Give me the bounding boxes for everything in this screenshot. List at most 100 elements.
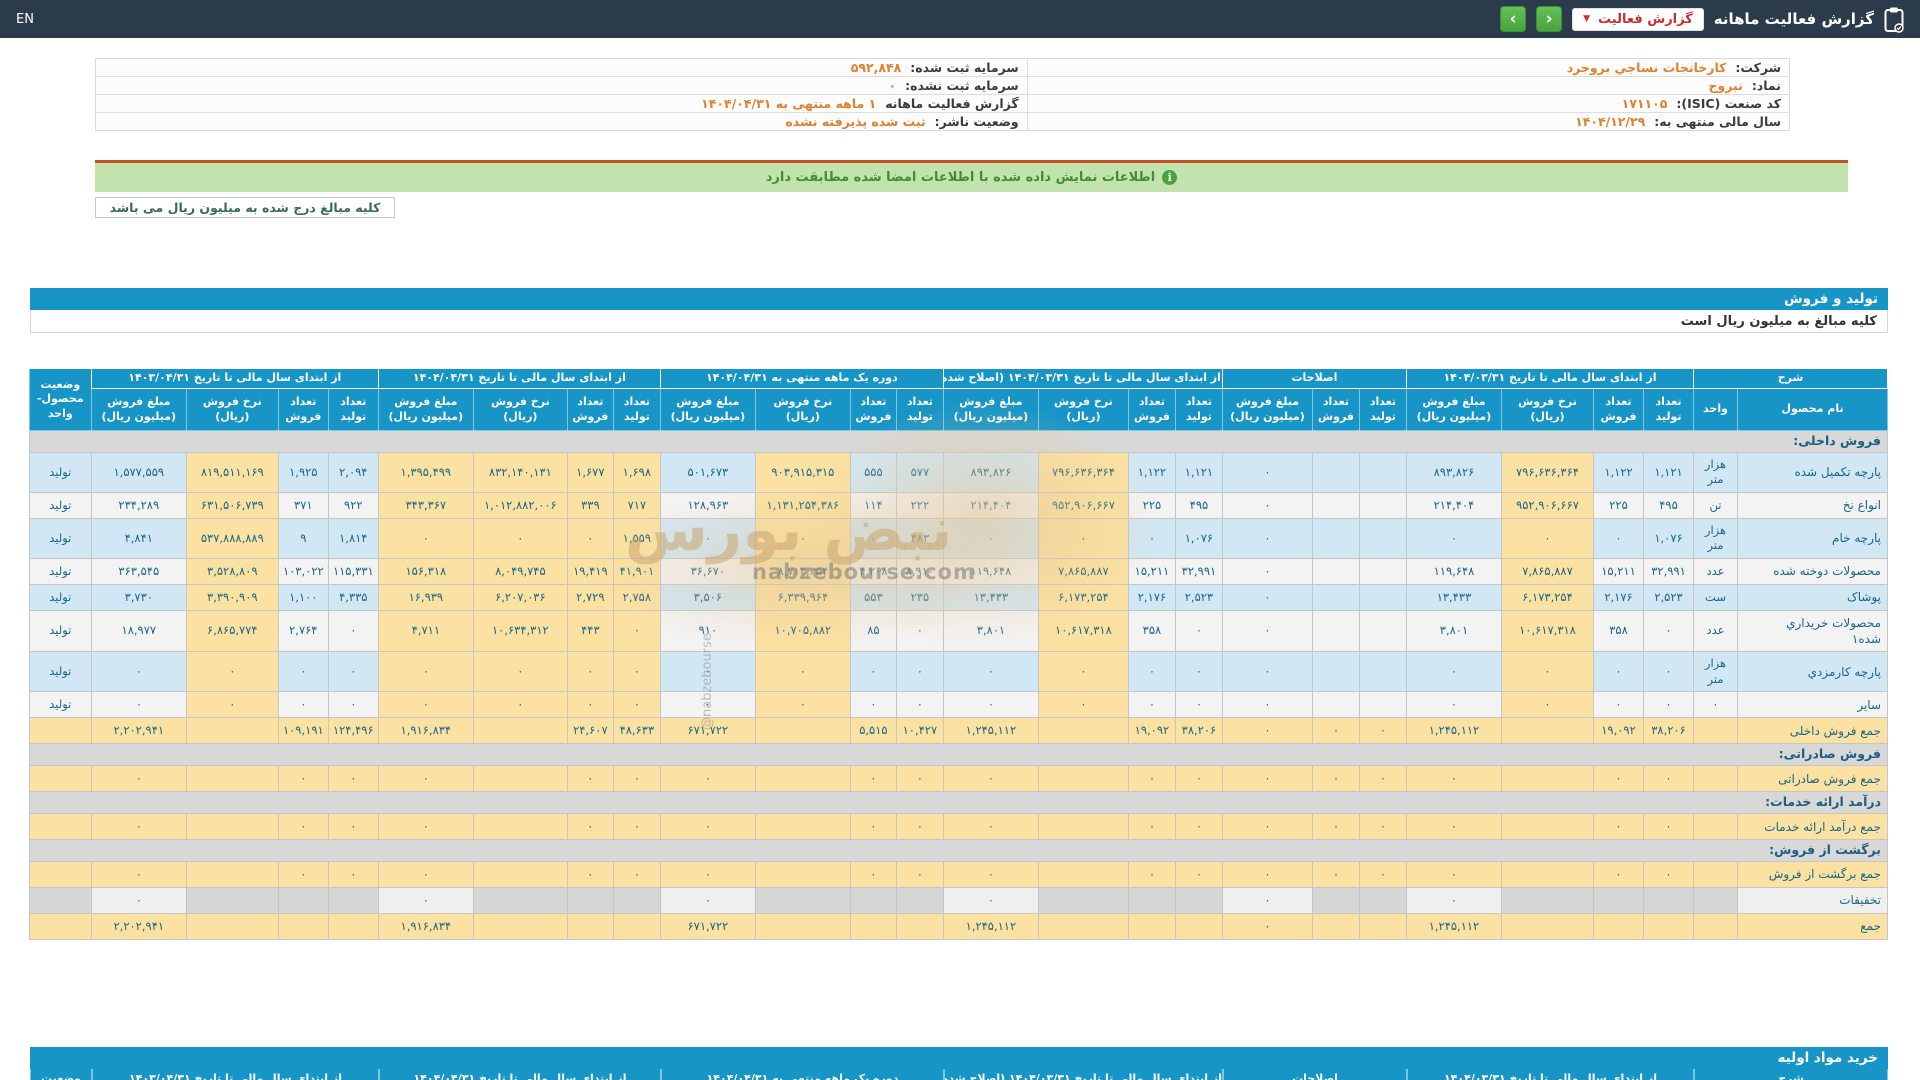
- value-cell: [754, 886, 851, 914]
- value-cell: ۶,۱۷۳,۲۵۴: [1501, 583, 1594, 611]
- value-cell: ۰: [1174, 651, 1223, 693]
- value-cell: ۰: [1405, 886, 1503, 914]
- value-cell: ۰: [754, 691, 851, 719]
- value-cell: ۰: [1221, 451, 1313, 493]
- value-cell: ۶,۲۰۷,۰۳۶: [472, 583, 568, 611]
- value-cell: [1311, 491, 1360, 519]
- value-cell: ۳۴۳,۳۶۷: [377, 491, 474, 519]
- column-header: واحد: [1693, 388, 1738, 431]
- unregistered-capital-label: سرمایه ثبت نشده:: [905, 78, 1019, 93]
- value-cell: ۱۰۹,۱۹۱: [277, 717, 329, 745]
- column-group-header: اصلاحات: [1223, 1069, 1407, 1080]
- unit-cell: [1693, 860, 1738, 888]
- column-group-header: دوره یک ماهه منتهی به ۱۴۰۴/۰۴/۳۱: [659, 368, 944, 389]
- value-cell: [1501, 912, 1594, 940]
- status-cell: تولید: [28, 517, 92, 559]
- status-cell: تولید: [28, 491, 92, 519]
- value-cell: ۱۰,۶۳۴,۳۱۲: [472, 609, 568, 653]
- unit-cell: [1693, 765, 1738, 793]
- value-cell: ۰: [566, 765, 614, 793]
- value-cell: ۸۱۹,۵۱۱,۱۶۹: [185, 451, 279, 493]
- value-cell: ۰: [1593, 765, 1644, 793]
- value-cell: [1311, 451, 1360, 493]
- value-cell: [1358, 651, 1407, 693]
- product-name-cell: انواع نخ: [1737, 491, 1888, 519]
- value-cell: ۳۳۹: [566, 491, 614, 519]
- value-cell: ۶,۱۷۳,۲۵۴: [1037, 583, 1129, 611]
- status-cell: [28, 813, 92, 841]
- value-cell: ۰: [1358, 765, 1407, 793]
- unit-cell: عدد: [1693, 609, 1738, 653]
- product-name-cell: پارچه کارمزدي: [1737, 651, 1888, 693]
- table-row: پارچه تکمیل شده هزار متر ۱,۱۲۱ ۱,۱۲۲ ۷۹۶,۶۳۶…: [28, 451, 1888, 493]
- english-language-link[interactable]: EN: [16, 12, 34, 27]
- value-cell: ۰: [472, 651, 568, 693]
- value-cell: ۰: [1174, 765, 1223, 793]
- value-cell: [1501, 717, 1594, 745]
- value-cell: ۱,۹۱۶,۸۳۴: [377, 912, 474, 940]
- value-cell: ۰: [1311, 860, 1360, 888]
- value-cell: ۰: [1405, 517, 1503, 559]
- report-type-dropdown[interactable]: گزارش فعالیت ▼: [1572, 7, 1704, 31]
- symbol-value: نبروج: [1708, 78, 1743, 93]
- report-period-value: ۱ ماهه منتهی به ۱۴۰۴/۰۴/۳۱: [701, 96, 877, 111]
- value-cell: ۰: [377, 765, 474, 793]
- product-name-cell: جمع: [1737, 912, 1888, 940]
- value-cell: ۱۰,۷۰۵,۸۸۲: [754, 609, 851, 653]
- value-cell: ۰: [1174, 609, 1223, 653]
- value-cell: [1127, 912, 1176, 940]
- value-cell: [1037, 860, 1129, 888]
- value-cell: [754, 860, 851, 888]
- value-cell: ۴,۲۰۸: [849, 557, 897, 585]
- column-header: تعداد فروش: [277, 388, 329, 431]
- column-header: تعداد فروش: [849, 388, 897, 431]
- value-cell: [1593, 886, 1644, 914]
- value-cell: ۰: [566, 517, 614, 559]
- value-cell: ۰: [1593, 860, 1644, 888]
- value-cell: ۱۸,۹۷۷: [90, 609, 187, 653]
- next-report-button[interactable]: ›: [1500, 6, 1527, 32]
- value-cell: ۰: [377, 860, 474, 888]
- value-cell: ۳۲,۹۹۱: [1643, 557, 1694, 585]
- value-cell: ۱,۹۲۵: [277, 451, 329, 493]
- status-cell: [28, 717, 92, 745]
- value-cell: ۶,۸۶۵,۷۷۴: [185, 609, 279, 653]
- value-cell: ۳۵۸: [1127, 609, 1176, 653]
- value-cell: [472, 717, 568, 745]
- value-cell: ۲,۱۷۶: [1127, 583, 1176, 611]
- value-cell: ۹۵۲,۹۰۶,۶۶۷: [1037, 491, 1129, 519]
- value-cell: ۰: [895, 813, 944, 841]
- value-cell: ۱۱۴: [849, 491, 897, 519]
- value-cell: [185, 912, 279, 940]
- registered-capital-value: ۵۹۲,۸۴۸: [850, 60, 902, 75]
- column-header: تعداد تولید: [1358, 388, 1407, 431]
- value-cell: [1311, 912, 1360, 940]
- value-cell: [1358, 517, 1407, 559]
- value-cell: ۰: [1127, 691, 1176, 719]
- value-cell: ۱,۲۴۵,۱۱۲: [942, 717, 1039, 745]
- value-cell: ۱,۰۷۶: [1643, 517, 1694, 559]
- report-type-dropdown-label: گزارش فعالیت: [1598, 11, 1693, 27]
- value-cell: ۰: [566, 860, 614, 888]
- value-cell: [849, 912, 897, 940]
- value-cell: ۱,۲۴۵,۱۱۲: [1405, 912, 1503, 940]
- column-header: مبلغ فروش (میلیون ریال): [1221, 388, 1313, 431]
- value-cell: ۸,۹۱۰: [895, 557, 944, 585]
- value-cell: [472, 886, 568, 914]
- value-cell: [754, 813, 851, 841]
- value-cell: ۶۷۱,۷۲۲: [659, 912, 756, 940]
- previous-report-button[interactable]: ‹: [1536, 6, 1563, 32]
- value-cell: ۳,۳۹۰,۹۰۹: [185, 583, 279, 611]
- value-cell: ۰: [1221, 517, 1313, 559]
- value-cell: [472, 912, 568, 940]
- value-cell: [472, 765, 568, 793]
- value-cell: ۰: [612, 651, 661, 693]
- status-cell: [28, 765, 92, 793]
- company-name-cell: شرکت: کارخانجات نساجي بروجرد: [1026, 58, 1791, 77]
- value-cell: ۱,۳۹۵,۴۹۹: [377, 451, 474, 493]
- section-row-label: درآمد ارائه خدمات:: [28, 791, 1889, 815]
- value-cell: ۱۹,۰۹۲: [1127, 717, 1176, 745]
- value-cell: ۰: [942, 691, 1039, 719]
- value-cell: ۰: [327, 691, 379, 719]
- issuer-status-cell: وضعیت ناشر: ثبت شده پذیرفته نشده: [95, 112, 1028, 131]
